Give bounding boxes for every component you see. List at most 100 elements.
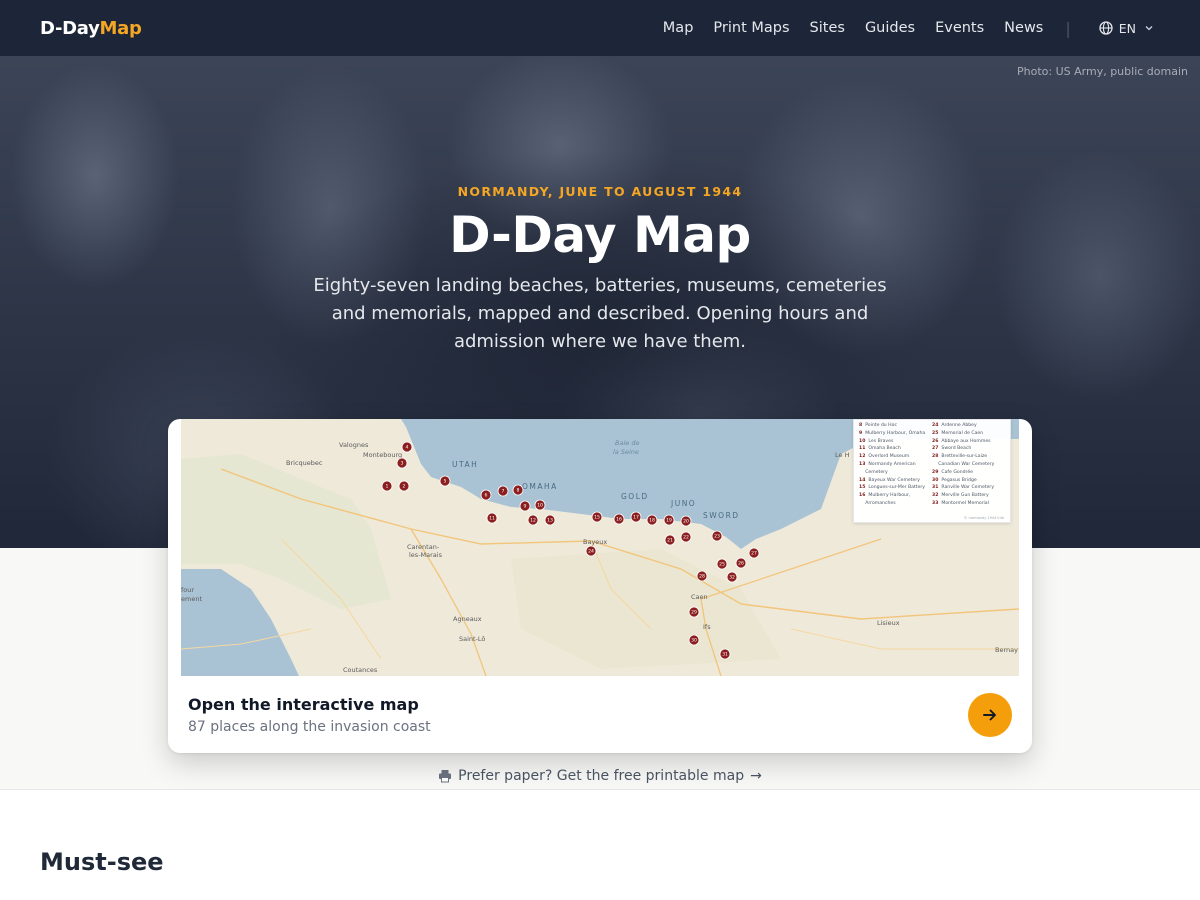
legend-row: 30 Pegasus Bridge: [932, 477, 977, 483]
legend-footer: © normandy 1944 info: [963, 516, 1004, 520]
map-marker-label: 21: [667, 538, 673, 544]
place-lisieux: Lisieux: [877, 619, 900, 627]
top-nav: D-DayMap Map Print Maps Sites Guides Eve…: [0, 0, 1200, 56]
place-ifs: Ifs: [703, 623, 711, 631]
printable-map-label: Prefer paper? Get the free printable map: [458, 768, 745, 784]
open-map-button[interactable]: [968, 693, 1012, 737]
nav-link-map[interactable]: Map: [663, 20, 694, 36]
map-marker-label: 23: [714, 534, 720, 540]
map-marker-label: 15: [594, 515, 600, 521]
nav-link-events[interactable]: Events: [935, 20, 984, 36]
map-marker-label: 22: [683, 535, 689, 541]
map-marker-label: 1: [386, 484, 389, 490]
globe-icon: [1099, 21, 1113, 35]
legend-row: 16 Mulberry Harbour,: [859, 493, 911, 499]
place-agneaux: Agneaux: [453, 615, 482, 623]
map-card-footer: Open the interactive map 87 places along…: [168, 676, 1032, 753]
map-marker-label: 12: [530, 518, 536, 524]
language-selector[interactable]: EN: [1099, 21, 1160, 36]
place-valognes: Valognes: [339, 441, 369, 449]
hero-eyebrow: NORMANDY, JUNE TO AUGUST 1944: [457, 184, 743, 199]
legend-column-left: 8 Pointe du Hoc 9 Mulberry Harbour, Omaha 10…: [859, 422, 932, 520]
map-marker-label: 25: [719, 562, 725, 568]
map-marker-label: 11: [489, 516, 495, 522]
photo-credit: Photo: US Army, public domain: [1017, 65, 1188, 78]
map-marker-label: 27: [751, 551, 757, 557]
logo-text: D-Day: [40, 17, 100, 39]
place-coutances: Coutances: [343, 666, 378, 674]
place-le-havre: Le H: [835, 451, 850, 459]
nav-link-news[interactable]: News: [1004, 20, 1043, 36]
must-see-heading: Must-see: [40, 848, 164, 876]
place-side-label-2: ement: [181, 595, 202, 603]
place-montebourg: Montebourg: [363, 451, 402, 459]
legend-row: Canadian War Cemetery: [938, 461, 995, 467]
printable-map-link[interactable]: Prefer paper? Get the free printable map…: [0, 768, 1200, 784]
legend-row: Arromanches: [865, 500, 896, 506]
place-saint-lo: Saint-Lô: [459, 635, 485, 643]
legend-row: 24 Ardenne Abbey: [932, 423, 977, 428]
map-marker-label: 18: [649, 518, 655, 524]
map-marker-label: 31: [722, 652, 728, 658]
map-marker-label: 26: [738, 561, 744, 567]
sea-label-baie-1: Baie de: [615, 439, 639, 447]
map-marker-label: 5: [444, 479, 447, 485]
logo-accent-text: Map: [99, 17, 142, 39]
map-marker-label: 30: [691, 638, 697, 644]
nav-link-guides[interactable]: Guides: [865, 20, 915, 36]
legend-row: 15 Longues-sur-Mer Battery: [859, 485, 926, 491]
legend-row: 29 Cafe Gondrée: [932, 469, 973, 475]
nav-link-sites[interactable]: Sites: [810, 20, 845, 36]
printer-icon: [439, 770, 452, 783]
legend-row: 28 Bretteville-sur-Laize: [932, 454, 988, 460]
logo[interactable]: D-DayMap: [40, 18, 142, 39]
legend-row: 10 Les Braves: [859, 438, 894, 444]
legend-row: 13 Normandy American: [859, 461, 916, 467]
interactive-map-card[interactable]: Valognes Bricquebec Montebourg Carentan-…: [168, 419, 1032, 753]
legend-row: 32 Merville Gun Battery: [932, 493, 989, 499]
map-marker-label: 17: [633, 515, 639, 521]
place-carentan-1: Carentan-: [407, 543, 440, 551]
chevron-down-icon: [1145, 26, 1153, 31]
map-marker-label: 3: [401, 461, 404, 467]
map-card-title[interactable]: Open the interactive map: [188, 695, 419, 714]
map-marker-label: 19: [666, 518, 672, 524]
legend-row: 33 Montormel Memorial: [932, 500, 989, 506]
place-bernay: Bernay: [995, 646, 1018, 654]
map-marker-label: 2: [403, 484, 406, 490]
legend-row: 8 Pointe du Hoc: [859, 423, 897, 428]
beach-label-utah: UTAH: [452, 460, 478, 469]
sea-label-baie-2: la Seine: [613, 448, 639, 456]
map-marker-label: 6: [485, 493, 488, 499]
map-marker-label: 24: [588, 549, 594, 555]
map-marker-label: 29: [691, 610, 697, 616]
nav-link-print-maps[interactable]: Print Maps: [713, 20, 789, 36]
language-label: EN: [1118, 20, 1136, 36]
place-caen: Caen: [691, 593, 708, 601]
legend-column-right: 24 Ardenne Abbey 25 Memorial de Caen 26 Abbay…: [932, 422, 1005, 520]
beach-label-gold: GOLD: [621, 492, 649, 501]
place-side-label-1: four: [181, 586, 194, 594]
legend-row: 25 Memorial de Caen: [932, 430, 984, 436]
map-marker-label: 16: [616, 517, 622, 523]
arrow-right-icon: [983, 709, 996, 721]
legend-row: 26 Abbaye aux Hommes: [932, 438, 991, 444]
map-marker-label: 8: [517, 488, 520, 494]
map-marker-label: 28: [699, 574, 705, 580]
map-card-subtitle: 87 places along the invasion coast: [188, 719, 431, 735]
map-marker-label: 9: [524, 504, 527, 510]
map-marker-label: 4: [406, 445, 409, 451]
beach-label-juno: JUNO: [670, 499, 696, 508]
legend-row: 9 Mulberry Harbour, Omaha: [859, 430, 926, 436]
place-bricquebec: Bricquebec: [286, 459, 323, 467]
place-bayeux: Bayeux: [583, 538, 607, 546]
map-marker-label: 32: [729, 575, 735, 581]
beach-label-sword: SWORD: [703, 511, 740, 520]
legend-row: Cemetery: [865, 469, 888, 475]
map-preview[interactable]: Valognes Bricquebec Montebourg Carentan-…: [181, 419, 1019, 676]
legend-row: 27 Sword Beach: [932, 446, 972, 452]
hero-subtitle: Eighty-seven landing beaches, batteries,…: [313, 275, 887, 352]
legend-row: 31 Ranville War Cemetery: [932, 485, 995, 491]
legend-row: 12 Overlord Museum: [859, 454, 910, 460]
legend-row: 14 Bayeux War Cemetery: [859, 477, 920, 483]
